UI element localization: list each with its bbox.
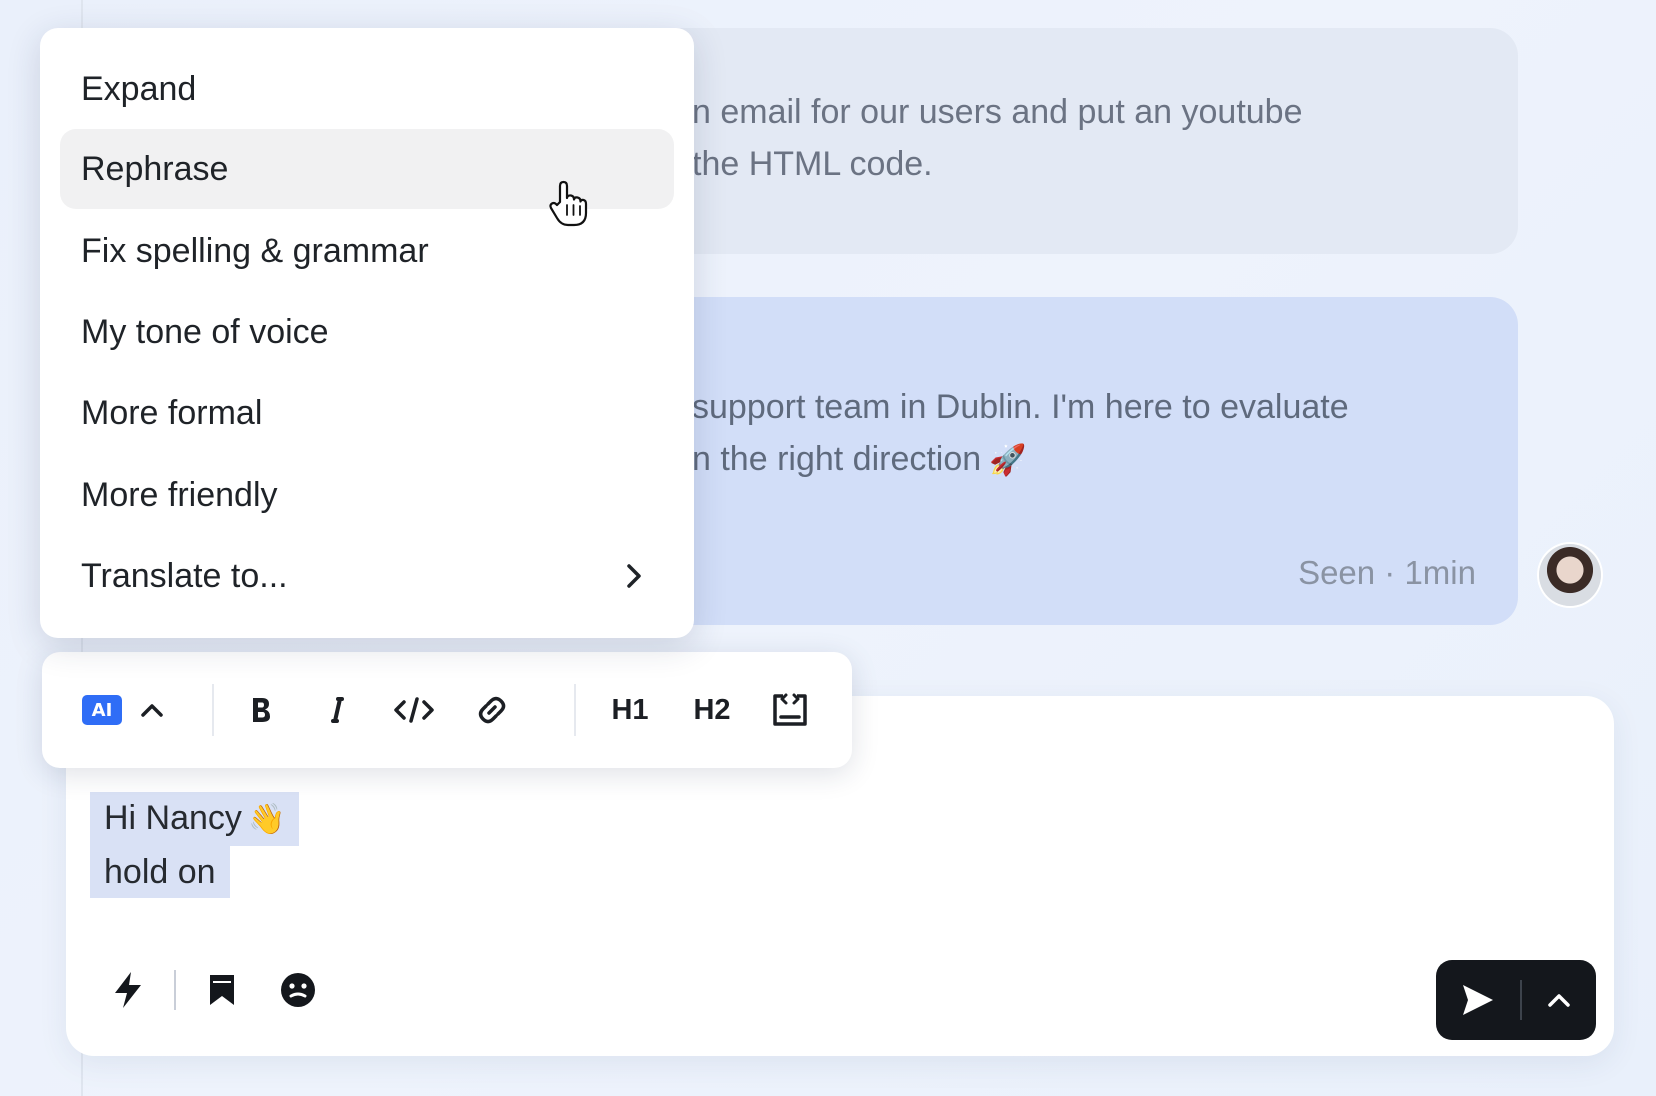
draft-line-text: Hi Nancy [104, 799, 242, 837]
bookmark-icon[interactable] [198, 966, 246, 1014]
menu-item-translate[interactable]: Translate to... [60, 536, 674, 616]
chevron-up-icon [1548, 994, 1570, 1007]
message-line: n the right direction [692, 440, 982, 478]
link-button[interactable] [466, 686, 518, 734]
bold-button[interactable] [238, 686, 284, 734]
menu-item-label: Rephrase [81, 149, 229, 188]
menu-item-label: Translate to... [81, 556, 288, 595]
chat-message-customer: n email for our users and put an youtube… [600, 28, 1518, 254]
avatar[interactable] [1539, 544, 1601, 606]
draft-line[interactable]: Hi Nancy 👋 [90, 792, 300, 846]
rocket-emoji: 🚀 [989, 444, 1027, 477]
tools-divider [174, 970, 176, 1010]
h1-label: H1 [611, 693, 649, 726]
ai-assist-button[interactable]: AI [80, 686, 124, 734]
lightning-icon[interactable] [104, 966, 152, 1014]
chevron-right-icon [627, 564, 641, 588]
menu-item-label: Fix spelling & grammar [81, 231, 429, 270]
chevron-up-icon [141, 704, 163, 717]
chat-message-text: n email for our users and put an youtube… [692, 93, 1303, 183]
heading-2-button[interactable]: H2 [684, 686, 740, 734]
bold-icon [253, 698, 270, 722]
italic-button[interactable] [314, 686, 360, 734]
menu-item-tone-of-voice[interactable]: My tone of voice [60, 292, 674, 372]
code-button[interactable] [386, 686, 442, 734]
send-icon [1463, 985, 1493, 1015]
link-icon [478, 696, 506, 724]
draft-line[interactable]: hold on [90, 846, 230, 898]
ai-badge-icon: AI [82, 695, 122, 725]
chat-message-agent: support team in Dublin. I'm here to eval… [600, 297, 1518, 625]
menu-item-more-friendly[interactable]: More friendly [60, 455, 674, 535]
italic-icon [331, 697, 344, 723]
send-options-button[interactable] [1522, 960, 1596, 1040]
draft-text[interactable]: Hi Nancy 👋 hold on [90, 792, 300, 898]
wave-emoji: 👋 [247, 803, 286, 836]
hand-cursor-icon [549, 180, 588, 227]
formatting-toolbar: AI H1 H2 [42, 652, 852, 768]
menu-item-label: More formal [81, 393, 263, 432]
menu-item-label: My tone of voice [81, 312, 329, 351]
ai-menu-toggle[interactable] [132, 686, 172, 734]
embed-button[interactable] [762, 686, 818, 734]
heading-1-button[interactable]: H1 [602, 686, 658, 734]
ai-actions-menu: Expand Rephrase Fix spelling & grammar M… [40, 28, 694, 638]
toolbar-divider [574, 684, 576, 736]
menu-item-label: More friendly [81, 475, 278, 514]
composer-tools [104, 966, 322, 1014]
toolbar-divider [212, 684, 214, 736]
menu-item-more-formal[interactable]: More formal [60, 373, 674, 453]
emoji-icon[interactable] [274, 966, 322, 1014]
code-icon [394, 697, 434, 723]
send-button-group [1436, 960, 1596, 1040]
menu-item-label: Expand [81, 69, 197, 108]
send-button[interactable] [1436, 960, 1520, 1040]
chat-message-text: support team in Dublin. I'm here to eval… [692, 381, 1349, 487]
menu-item-expand[interactable]: Expand [60, 49, 674, 129]
h2-label: H2 [693, 693, 731, 726]
embed-icon [773, 693, 807, 726]
message-status: Seen · 1min [1298, 554, 1476, 591]
message-line: support team in Dublin. I'm here to eval… [692, 388, 1349, 426]
